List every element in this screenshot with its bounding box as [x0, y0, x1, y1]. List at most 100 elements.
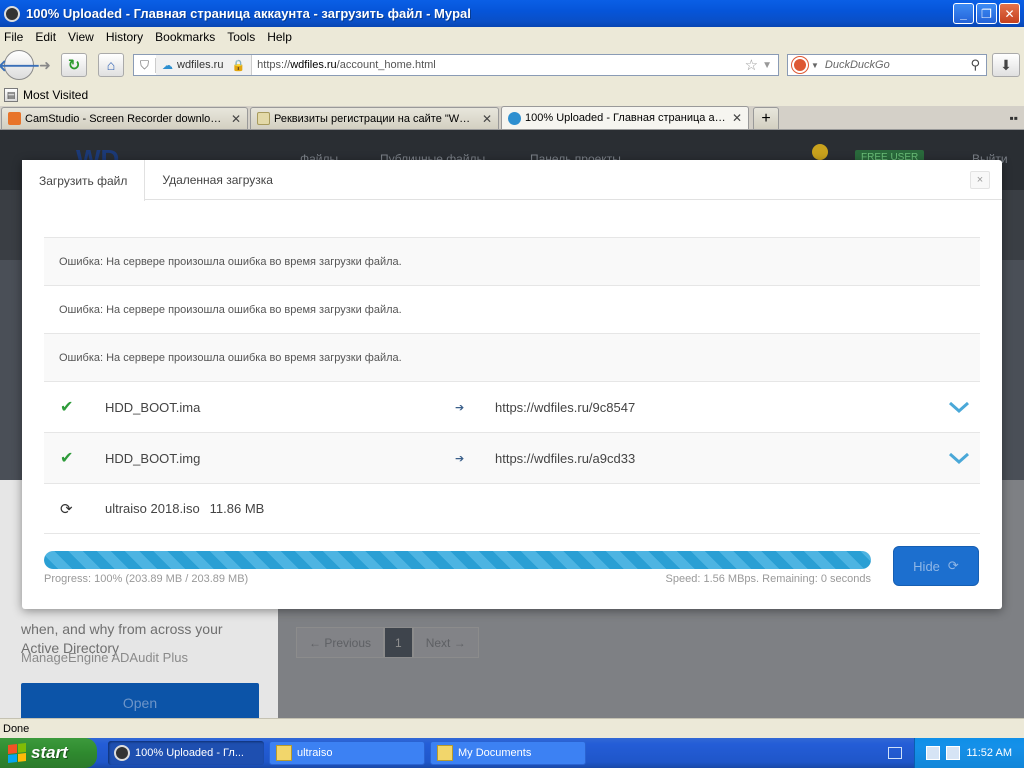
next-page-button[interactable]: Next → — [412, 627, 479, 658]
maximize-button[interactable]: ❐ — [976, 3, 997, 24]
search-icon[interactable]: ⚲ — [970, 57, 980, 73]
modal-tabs: Загрузить файл Удаленная загрузка — [22, 160, 1002, 201]
checkmark-icon: ✔ — [60, 399, 74, 416]
tray-app-icon[interactable] — [926, 746, 941, 760]
taskbar-item-ultraiso[interactable]: ultraiso — [269, 741, 425, 765]
ad-sponsor: ManageEngine ADAudit Plus — [21, 650, 188, 665]
window-titlebar[interactable]: 100% Uploaded - Главная страница аккаунт… — [0, 0, 1024, 27]
chevron-down-icon[interactable] — [948, 447, 970, 469]
tab-close-icon[interactable]: ✕ — [476, 112, 492, 126]
folder-icon — [437, 745, 453, 761]
file-name: HDD_BOOT.ima — [105, 399, 201, 415]
file-name-with-size: ultraiso 2018.iso 11.86 MB — [105, 501, 265, 516]
file-link[interactable]: https://wdfiles.ru/a9cd33 — [495, 451, 635, 466]
arrow-right-icon: ➔ — [455, 401, 465, 414]
cloud-icon: ☁ — [162, 59, 173, 72]
minimize-button[interactable]: _ — [953, 3, 974, 24]
file-row: ✔ HDD_BOOT.ima ➔ https://wdfiles.ru/9c85… — [44, 381, 980, 432]
url-text[interactable]: https://wdfiles.ru/account_home.html — [252, 59, 436, 71]
current-page-button[interactable]: 1 — [384, 627, 413, 658]
error-row: Ошибка: На сервере произошла ошибка во в… — [44, 333, 980, 381]
wdfiles-favicon-icon — [508, 111, 521, 125]
bookmark-folder-icon: ▤ — [4, 88, 18, 102]
file-row: ✔ HDD_BOOT.img ➔ https://wdfiles.ru/a9cd… — [44, 432, 980, 483]
progress-text: Progress: 100% (203.89 MB / 203.89 MB) — [44, 573, 249, 585]
search-input[interactable]: ▼ DuckDuckGo ⚲ — [787, 54, 987, 76]
tab-wd-registration[interactable]: Реквизиты регистрации на сайте "WD... ✕ — [250, 107, 499, 129]
new-tab-button[interactable]: + — [753, 107, 779, 129]
bookmark-star-icon[interactable]: ☆ — [745, 56, 762, 74]
menu-file[interactable]: File — [4, 30, 23, 44]
upload-progress: Progress: 100% (203.89 MB / 203.89 MB) S… — [44, 551, 871, 585]
plus-icon: + — [761, 109, 771, 127]
chevron-down-icon[interactable] — [948, 396, 970, 418]
tray-network-icon[interactable] — [946, 746, 961, 760]
hide-button-label: Hide — [913, 558, 940, 574]
lock-icon: 🔒 — [231, 59, 246, 72]
mypal-app-icon — [4, 5, 20, 22]
mypal-icon — [114, 745, 130, 761]
menu-edit[interactable]: Edit — [35, 30, 56, 44]
ad-open-button[interactable]: Open — [21, 683, 259, 718]
file-name: HDD_BOOT.img — [105, 450, 201, 466]
error-message: Ошибка: На сервере произошла ошибка во в… — [59, 255, 402, 268]
url-bar[interactable]: ⛉ ☁ wdfiles.ru 🔒 https://wdfiles.ru/acco… — [133, 54, 779, 76]
navigation-toolbar: 🡐 ➜ ↻ ⌂ ⛉ ☁ wdfiles.ru 🔒 https://wdfiles… — [0, 46, 1024, 84]
site-identity[interactable]: ☁ wdfiles.ru 🔒 — [156, 55, 253, 75]
status-bar: Done — [0, 718, 1024, 738]
modal-close-button[interactable]: × — [970, 171, 990, 189]
search-placeholder: DuckDuckGo — [824, 59, 890, 71]
home-button[interactable]: ⌂ — [98, 53, 124, 77]
reload-icon: ↻ — [67, 57, 81, 74]
menu-history[interactable]: History — [106, 30, 143, 44]
system-tray: 11:52 AM — [914, 738, 1024, 768]
taskbar-item-my-documents[interactable]: My Documents — [430, 741, 586, 765]
windows-logo-icon — [8, 743, 26, 763]
hide-button[interactable]: Hide ⟳ — [893, 546, 979, 586]
upload-modal: Загрузить файл Удаленная загрузка × Ошиб… — [22, 160, 1002, 609]
file-link[interactable]: https://wdfiles.ru/9c8547 — [495, 400, 635, 415]
menu-bar: File Edit View History Bookmarks Tools H… — [0, 27, 1024, 46]
shield-icon[interactable]: ⛉ — [134, 57, 156, 73]
taskbar: start 100% Uploaded - Гл... ultraiso My … — [0, 738, 1024, 768]
home-icon: ⌂ — [106, 57, 116, 73]
tab-camstudio[interactable]: CamStudio - Screen Recorder download |..… — [1, 107, 248, 129]
taskbar-item-browser[interactable]: 100% Uploaded - Гл... — [108, 741, 264, 765]
tab-close-icon[interactable]: ✕ — [726, 111, 742, 125]
tab-list-icon[interactable]: ▪▪ — [1009, 111, 1018, 125]
start-button[interactable]: start — [0, 738, 97, 768]
close-window-button[interactable]: ✕ — [999, 3, 1020, 24]
duckduckgo-icon[interactable] — [792, 57, 808, 73]
most-visited-bookmark[interactable]: Most Visited — [23, 88, 88, 102]
progress-bar — [44, 551, 871, 569]
bookmarks-toolbar: ▤ Most Visited — [0, 84, 1024, 106]
notification-bell-icon[interactable] — [812, 144, 828, 160]
menu-view[interactable]: View — [68, 30, 94, 44]
arrow-right-icon: ➔ — [455, 452, 465, 465]
url-dropdown-icon[interactable]: ▼ — [762, 60, 778, 71]
downloads-button[interactable]: ⬇ — [992, 53, 1020, 77]
error-row: Ошибка: На сервере произошла ошибка во в… — [44, 285, 980, 333]
refresh-icon: ⟳ — [60, 500, 73, 518]
tab-upload-file[interactable]: Загрузить файл — [22, 160, 146, 201]
reload-button[interactable]: ↻ — [61, 53, 87, 77]
forward-arrow-icon: ➜ — [39, 56, 51, 73]
speed-text: Speed: 1.56 MBps. Remaining: 0 seconds — [665, 573, 871, 585]
keyboard-icon[interactable] — [888, 747, 902, 759]
tab-remote-upload[interactable]: Удаленная загрузка — [145, 160, 290, 200]
tab-wdfiles-account[interactable]: 100% Uploaded - Главная страница ак... ✕ — [501, 106, 749, 129]
camstudio-favicon-icon — [8, 112, 21, 125]
error-message: Ошибка: На сервере произошла ошибка во в… — [59, 303, 402, 316]
refresh-icon: ⟳ — [947, 558, 959, 573]
forward-button[interactable]: ➜ — [35, 55, 55, 75]
back-button[interactable]: 🡐 — [0, 50, 40, 80]
previous-page-button[interactable]: ← Previous — [296, 627, 385, 658]
tab-close-icon[interactable]: ✕ — [225, 112, 241, 126]
clock[interactable]: 11:52 AM — [966, 747, 1012, 759]
search-engine-dropdown-icon[interactable]: ▼ — [811, 61, 819, 70]
menu-tools[interactable]: Tools — [227, 30, 255, 44]
menu-help[interactable]: Help — [267, 30, 292, 44]
menu-bookmarks[interactable]: Bookmarks — [155, 30, 215, 44]
file-row: ⟳ ultraiso 2018.iso 11.86 MB — [44, 483, 980, 534]
envelope-icon — [257, 112, 270, 125]
